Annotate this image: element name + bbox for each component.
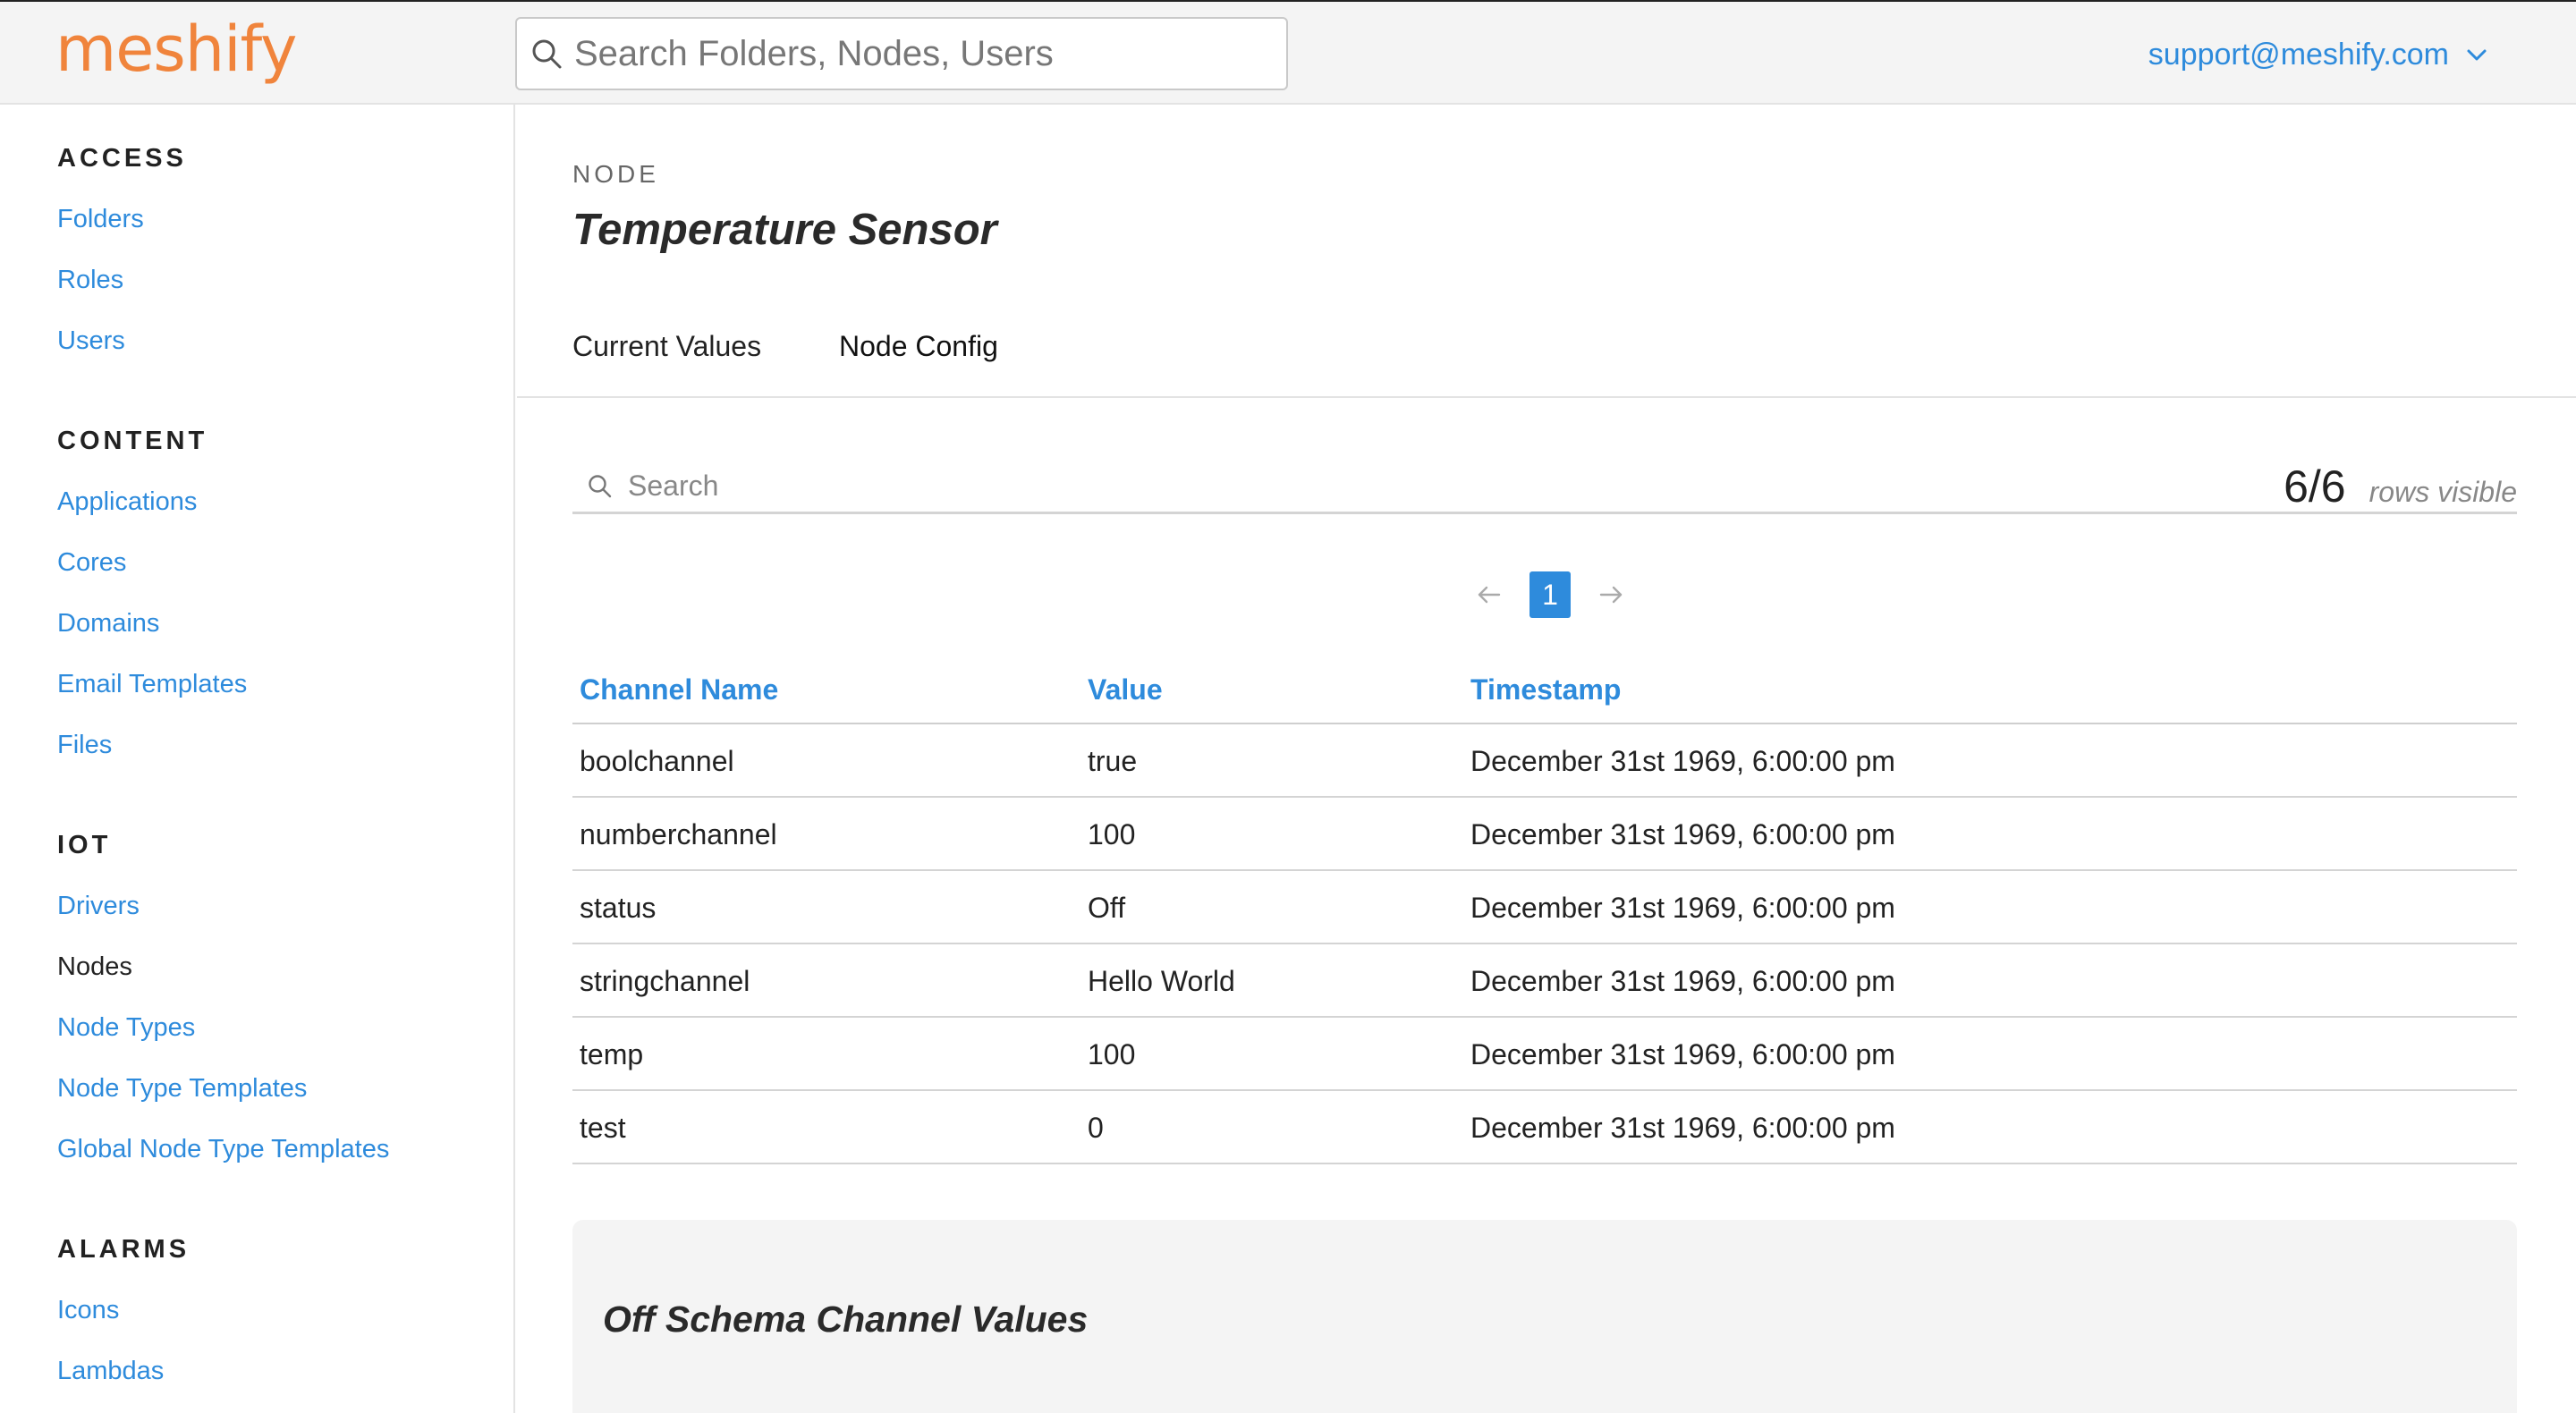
table-row: stringchannel Hello World December 31st … [572, 944, 2517, 1018]
timestamp-cell: December 31st 1969, 6:00:00 pm [1470, 1038, 1895, 1070]
column-header-value[interactable]: Value [1088, 659, 1163, 720]
tab-current-values[interactable]: Current Values [572, 330, 761, 363]
table-row: status Off December 31st 1969, 6:00:00 p… [572, 871, 2517, 944]
off-schema-title: Off Schema Channel Values [603, 1299, 1089, 1340]
user-menu[interactable]: support@meshify.com [2148, 38, 2488, 72]
table-row: temp 100 December 31st 1969, 6:00:00 pm [572, 1018, 2517, 1091]
nav-heading-iot: IOT [57, 831, 112, 859]
sidebar-item-node-type-templates[interactable]: Node Type Templates [57, 1058, 389, 1119]
channel-name-cell: boolchannel [580, 745, 734, 777]
table-row: test 0 December 31st 1969, 6:00:00 pm [572, 1091, 2517, 1164]
timestamp-cell: December 31st 1969, 6:00:00 pm [1470, 892, 1895, 924]
nav-group-content: CONTENT Applications Cores Domains Email… [57, 410, 247, 775]
table-row: boolchannel true December 31st 1969, 6:0… [572, 724, 2517, 798]
sidebar: ACCESS Folders Roles Users CONTENT Appli… [0, 105, 515, 1413]
nav-heading-alarms: ALARMS [57, 1235, 191, 1264]
value-cell: Hello World [1088, 965, 1235, 997]
value-cell: 0 [1088, 1112, 1104, 1144]
nav-group-iot: IOT Drivers Nodes Node Types Node Type T… [57, 815, 389, 1180]
table-search-input[interactable] [628, 461, 1880, 511]
nav-group-access: ACCESS Folders Roles Users [57, 128, 187, 371]
sidebar-item-drivers[interactable]: Drivers [57, 876, 389, 936]
tab-node-config[interactable]: Node Config [839, 330, 998, 363]
user-email[interactable]: support@meshify.com [2148, 38, 2449, 72]
sidebar-item-nodes[interactable]: Nodes [57, 936, 389, 997]
sidebar-item-applications[interactable]: Applications [57, 471, 247, 532]
table-row: numberchannel 100 December 31st 1969, 6:… [572, 798, 2517, 871]
sidebar-item-domains[interactable]: Domains [57, 593, 247, 654]
node-label: NODE [572, 160, 659, 188]
sidebar-item-users[interactable]: Users [57, 310, 187, 371]
channel-name-cell: numberchannel [580, 818, 777, 850]
sidebar-item-roles[interactable]: Roles [57, 250, 187, 310]
meshify-logo[interactable]: meshify [55, 18, 297, 80]
table-search-box[interactable]: 6/6 rows visible [572, 453, 2517, 514]
sidebar-item-node-types[interactable]: Node Types [57, 997, 389, 1058]
rows-visible-label: rows visible [2368, 476, 2517, 508]
tabs-divider [517, 396, 2576, 398]
sidebar-item-folders[interactable]: Folders [57, 189, 187, 250]
channel-name-cell: stringchannel [580, 965, 750, 997]
nav-heading-content: CONTENT [57, 427, 208, 455]
sidebar-item-files[interactable]: Files [57, 715, 247, 775]
main-content: NODE Temperature Sensor Current Values N… [517, 105, 2576, 1413]
value-cell: 100 [1088, 818, 1136, 850]
value-cell: true [1088, 745, 1138, 777]
table-header-row: Channel Name Value Timestamp [572, 659, 2517, 724]
global-search-box[interactable] [515, 17, 1288, 90]
search-icon [589, 475, 612, 498]
timestamp-cell: December 31st 1969, 6:00:00 pm [1470, 745, 1895, 777]
timestamp-cell: December 31st 1969, 6:00:00 pm [1470, 965, 1895, 997]
channel-values-table: Channel Name Value Timestamp boolchannel… [572, 659, 2517, 1164]
channel-name-cell: status [580, 892, 657, 924]
pagination: 1 [1474, 571, 1626, 618]
arrow-right-icon[interactable] [1596, 580, 1626, 610]
column-header-channel-name[interactable]: Channel Name [580, 659, 778, 720]
global-search-input[interactable] [574, 26, 1272, 81]
nav-heading-access: ACCESS [57, 144, 187, 173]
page-button-current[interactable]: 1 [1530, 571, 1571, 618]
sidebar-item-global-node-type-templates[interactable]: Global Node Type Templates [57, 1119, 389, 1180]
nav-group-alarms: ALARMS Icons Lambdas [57, 1219, 190, 1401]
column-header-timestamp[interactable]: Timestamp [1470, 659, 1621, 720]
rows-count: 6/6 [2284, 461, 2346, 512]
sidebar-item-icons[interactable]: Icons [57, 1280, 190, 1341]
channel-name-cell: temp [580, 1038, 644, 1070]
timestamp-cell: December 31st 1969, 6:00:00 pm [1470, 818, 1895, 850]
top-header: meshify support@meshify.com [0, 0, 2576, 105]
chevron-down-icon[interactable] [2465, 44, 2488, 67]
search-icon [532, 39, 562, 69]
arrow-left-icon[interactable] [1474, 580, 1504, 610]
page-title: Temperature Sensor [572, 206, 997, 254]
value-cell: Off [1088, 892, 1126, 924]
channel-name-cell: test [580, 1112, 626, 1144]
sidebar-item-email-templates[interactable]: Email Templates [57, 654, 247, 715]
sidebar-item-lambdas[interactable]: Lambdas [57, 1341, 190, 1401]
off-schema-panel: Off Schema Channel Values [572, 1220, 2517, 1413]
sidebar-item-cores[interactable]: Cores [57, 532, 247, 593]
rows-visible-indicator: 6/6 rows visible [2284, 461, 2517, 512]
value-cell: 100 [1088, 1038, 1136, 1070]
timestamp-cell: December 31st 1969, 6:00:00 pm [1470, 1112, 1895, 1144]
